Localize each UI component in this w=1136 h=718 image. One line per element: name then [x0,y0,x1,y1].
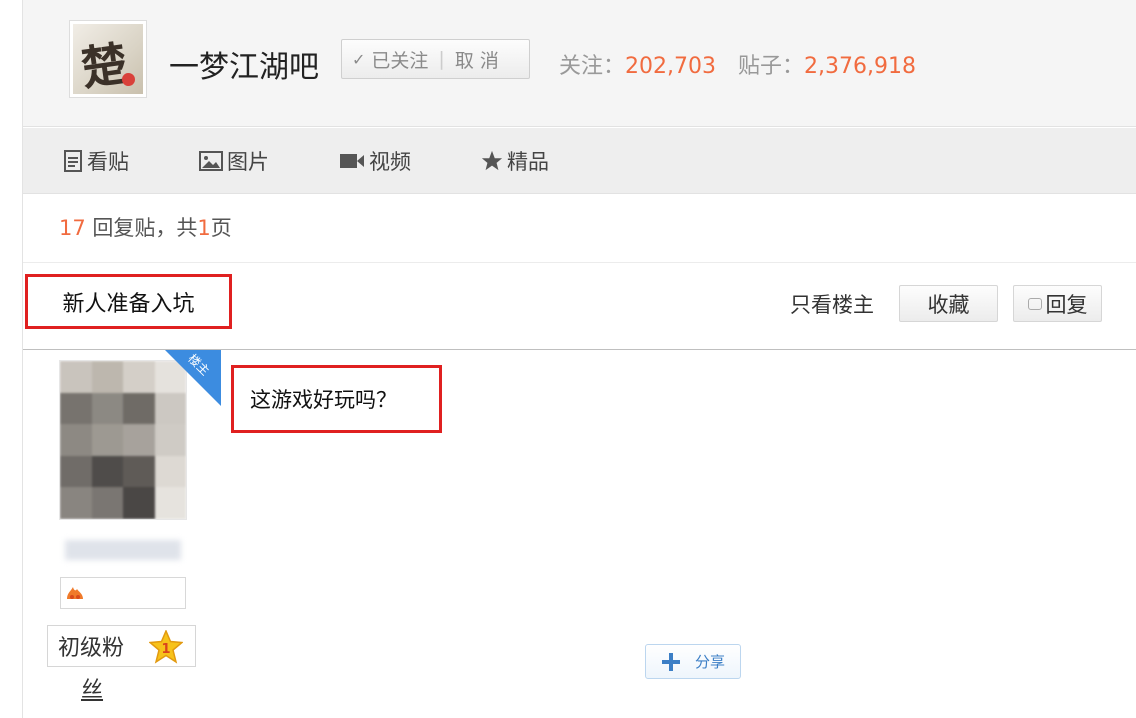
share-plus-icon [661,652,681,672]
reply-count: 17 [59,216,86,240]
forum-logo[interactable]: 楚 [69,20,147,98]
forum-stats: 关注：202,703 贴子：2,376,918 [559,48,916,80]
image-icon [199,150,223,171]
author-panel: 楼主 初级粉 1 丝 [23,350,221,718]
share-button[interactable]: 分享 [645,644,741,679]
followers-count: 202,703 [625,54,716,79]
nav-item-featured[interactable]: 精品 [481,146,549,176]
unfollow-button[interactable]: 取 消 [455,46,499,73]
logo-seal [122,73,135,86]
divider: | [438,48,445,70]
posts-stat: 贴子：2,376,918 [738,54,916,79]
nav-item-images[interactable]: 图片 [199,146,269,176]
author-name[interactable] [65,540,181,560]
reply-button[interactable]: 回复 [1013,285,1102,322]
comment-bubble-icon [1027,297,1042,310]
forum-nav: 看贴 图片 视频 精品 [23,128,1136,194]
forum-name[interactable]: 一梦江湖吧 [169,42,319,86]
op-badge: 楼主 [165,350,221,406]
star-icon [481,150,503,172]
thread-title-bar: 新人准备入坑 只看楼主 收藏 回复 [23,262,1136,350]
follow-state-label: 已关注 [371,49,429,72]
forum-page: 楚 一梦江湖吧 ✓ 已关注 | 取 消 关注：202,703 贴子：2,376,… [22,0,1136,718]
nav-item-posts[interactable]: 看贴 [63,146,129,176]
level-star-icon: 1 [148,629,184,670]
member-level[interactable]: 初级粉 1 [47,625,196,667]
post-text: 这游戏好玩吗？ [231,365,442,433]
followers-stat: 关注：202,703 [559,54,716,79]
only-op-button[interactable]: 只看楼主 [783,285,881,322]
svg-text:1: 1 [161,642,170,657]
level-title: 初级粉 [58,636,125,661]
post: 楼主 初级粉 1 丝 这游戏好玩吗？ 分享 [23,350,1136,718]
posts-count: 2,376,918 [804,54,916,79]
nav-item-videos[interactable]: 视频 [339,146,411,176]
checkmark-icon: ✓ [352,49,366,69]
follow-button[interactable]: ✓ 已关注 | 取 消 [341,39,530,79]
forum-header: 楚 一梦江湖吧 ✓ 已关注 | 取 消 关注：202,703 贴子：2,376,… [23,0,1136,127]
page-count: 1 [197,216,211,240]
document-icon [63,149,83,172]
video-icon [339,152,365,170]
thread-title: 新人准备入坑 [25,274,232,329]
reply-summary: 17 回复贴，共1页 [59,216,232,240]
level-title-wrap: 丝 [81,678,104,703]
honor-badge[interactable] [60,577,186,609]
flame-icon [67,587,83,599]
favorite-button[interactable]: 收藏 [899,285,998,322]
post-content: 这游戏好玩吗？ 分享 [219,350,1136,718]
